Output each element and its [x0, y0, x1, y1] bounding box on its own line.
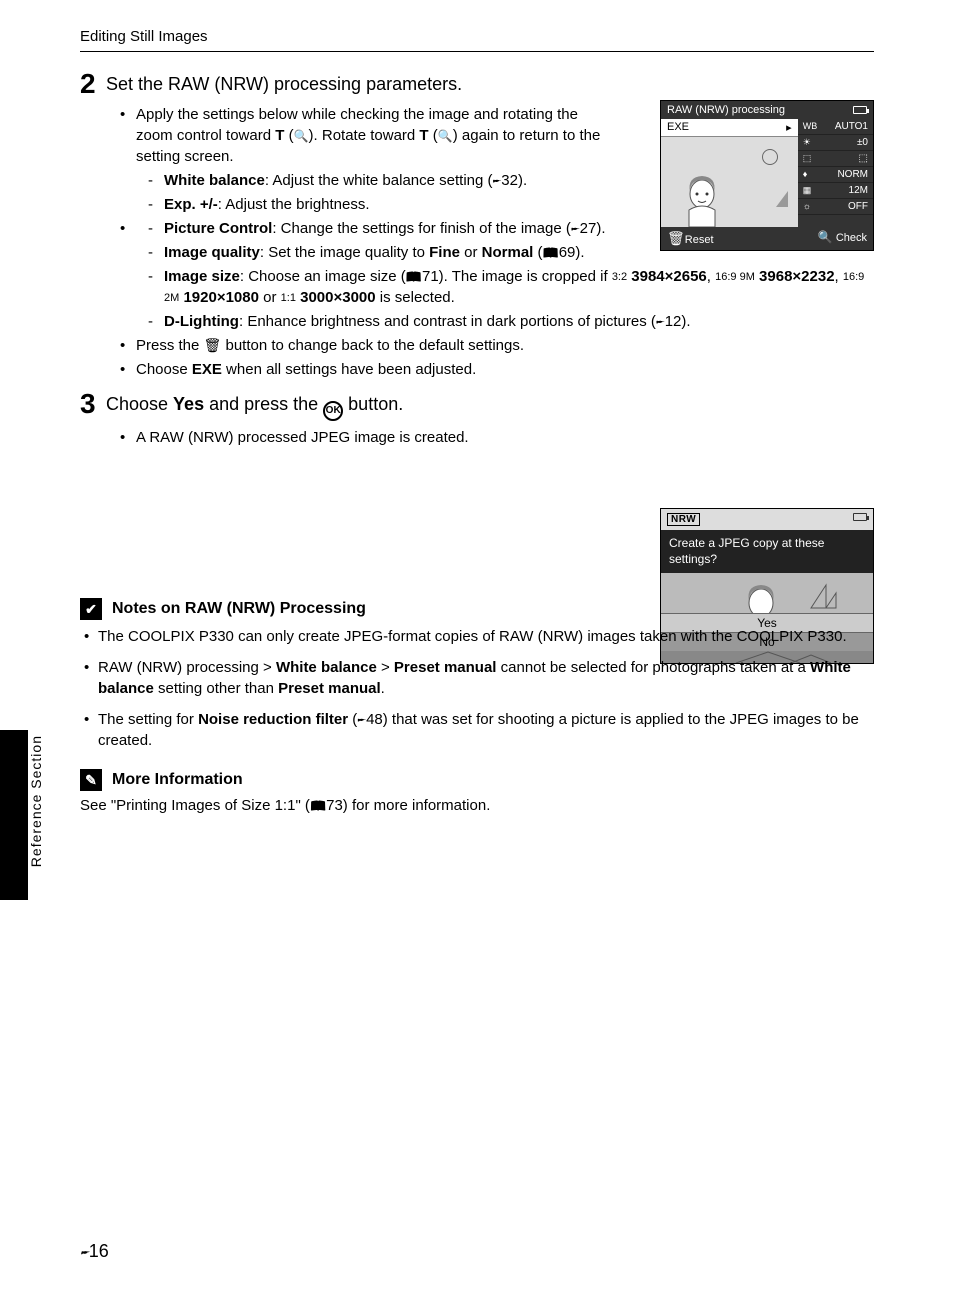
- page-header: Editing Still Images: [80, 28, 874, 52]
- face-drawing: [681, 172, 723, 227]
- step-2-title: Set the RAW (NRW) processing parameters.: [106, 70, 462, 96]
- more-info-text: See "Printing Images of Size 1:1" (73) f…: [80, 797, 874, 814]
- sail-shape: [776, 191, 788, 207]
- exe-instruction: Choose EXE when all settings have been a…: [118, 359, 868, 380]
- side-tab: [0, 730, 28, 900]
- ref-icon: 🖛: [493, 172, 502, 189]
- chevron-right-icon: ▸: [786, 121, 792, 134]
- step2-intro: Apply the settings below while checking …: [118, 104, 608, 215]
- step-2: 2 Set the RAW (NRW) processing parameter…: [80, 70, 874, 98]
- exe-label: EXE▸: [661, 119, 798, 137]
- step3-result: A RAW (NRW) processed JPEG image is crea…: [118, 427, 608, 448]
- book-icon: [310, 797, 326, 814]
- step-number: 3: [80, 390, 106, 418]
- notes-title: Notes on RAW (NRW) Processing: [112, 600, 366, 618]
- notes-section: ✔ Notes on RAW (NRW) Processing The COOL…: [80, 598, 874, 814]
- ref-icon: 🖛: [80, 1245, 89, 1260]
- d-lighting-item: D-Lighting: Enhance brightness and contr…: [148, 311, 868, 332]
- header-title: Editing Still Images: [80, 28, 208, 45]
- reset-instruction: Press the button to change back to the d…: [118, 335, 868, 356]
- zoom-icon: [438, 127, 453, 144]
- exposure-item: Exp. +/-: Adjust the brightness.: [148, 194, 608, 215]
- cam2-preview: [661, 573, 873, 613]
- step-number: 2: [80, 70, 106, 98]
- image-size-item: Image size: Choose an image size (71). T…: [148, 266, 868, 308]
- step-3-body: A RAW (NRW) processed JPEG image is crea…: [118, 427, 608, 448]
- battery-icon: [853, 106, 867, 114]
- step-3-title: Choose Yes and press the OK button.: [106, 390, 403, 421]
- ratio-icon: 3:2: [612, 271, 627, 283]
- sun-shape: [762, 149, 778, 165]
- white-balance-item: White balance: Adjust the white balance …: [148, 170, 608, 191]
- note-1: The COOLPIX P330 can only create JPEG-fo…: [80, 626, 874, 647]
- trash-icon: [204, 337, 222, 354]
- ratio-icon: 16:9 9M: [715, 271, 755, 283]
- cam2-header: NRW: [661, 509, 873, 530]
- nrw-badge: NRW: [667, 513, 700, 526]
- camera-screen-raw-processing: RAW (NRW) processing EXE▸ WBAUTO1 ☀: [660, 100, 874, 251]
- cam-settings-panel: WBAUTO1 ☀±0 ⬚⬚ ♦NORM ▦12M ☼OFF: [798, 119, 873, 227]
- photo-preview: [661, 137, 798, 227]
- more-info-title: More Information: [112, 771, 243, 789]
- note-2: RAW (NRW) processing > White balance > P…: [80, 657, 874, 699]
- ref-icon: 🖛: [656, 313, 665, 330]
- check-box-icon: ✔: [80, 598, 102, 620]
- step-2-body: Apply the settings below while checking …: [118, 104, 608, 215]
- book-icon: [543, 244, 559, 261]
- book-icon: [406, 268, 422, 285]
- battery-icon: [853, 513, 867, 521]
- zoom-icon: [818, 232, 833, 244]
- ok-icon: OK: [323, 401, 343, 421]
- side-tab-label: Reference Section: [28, 735, 44, 867]
- cam-footer: Reset Check: [661, 227, 873, 250]
- note-3: The setting for Noise reduction filter (…: [80, 709, 874, 751]
- ref-icon: 🖛: [571, 220, 580, 237]
- ratio-icon: 1:1: [281, 292, 296, 304]
- step-3: 3 Choose Yes and press the OK button.: [80, 390, 874, 421]
- cam2-message: Create a JPEG copy at these settings?: [661, 530, 873, 573]
- cam-title-bar: RAW (NRW) processing: [661, 101, 873, 119]
- zoom-icon: [294, 127, 309, 144]
- trash-icon: [667, 234, 685, 246]
- ref-icon: 🖛: [357, 711, 366, 728]
- pencil-box-icon: ✎: [80, 769, 102, 791]
- page-number: 🖛16: [80, 1241, 109, 1262]
